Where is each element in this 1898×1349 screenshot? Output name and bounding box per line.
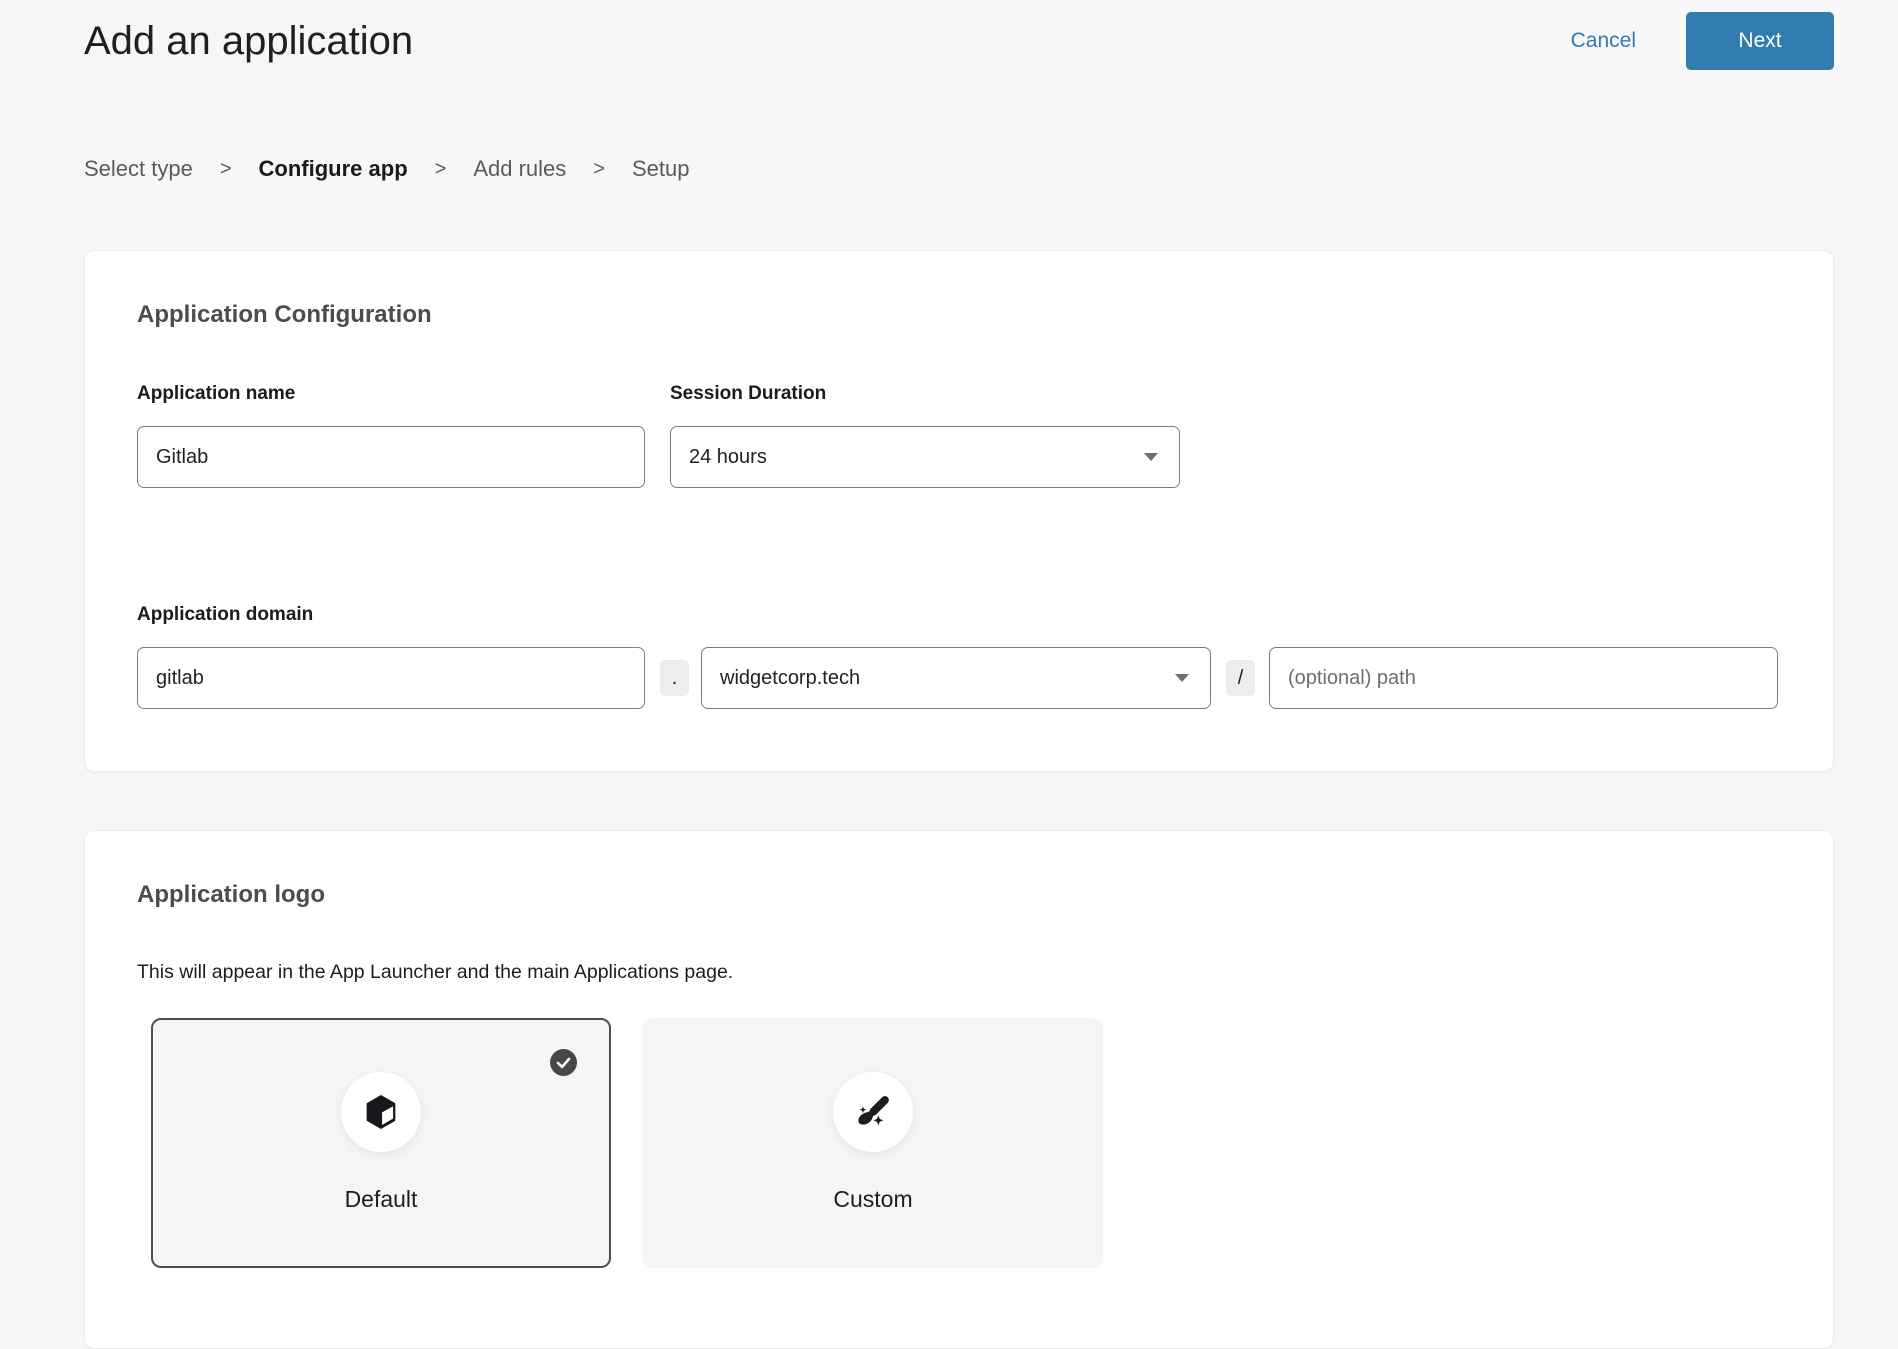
page: Add an application Cancel Next Select ty… [0,0,1898,1349]
application-domain-field: Application domain . widgetcorp.tech / [137,604,1781,709]
path-input[interactable] [1269,647,1778,709]
logo-option-label: Custom [645,1186,1101,1213]
breadcrumb-step-select-type[interactable]: Select type [84,156,193,182]
checkmark-icon [550,1049,577,1076]
logo-options: Default Custom [151,1018,1781,1268]
header-actions: Cancel Next [1565,12,1834,70]
application-domain-label: Application domain [137,604,1781,626]
application-configuration-card: Application Configuration Application na… [84,250,1834,772]
application-name-field: Application name [137,383,645,488]
breadcrumb: Select type > Configure app > Add rules … [84,156,1834,182]
application-name-input[interactable] [137,426,645,488]
chevron-down-icon [1143,452,1159,462]
page-title: Add an application [84,19,413,64]
application-logo-description: This will appear in the App Launcher and… [137,961,1781,984]
subdomain-input[interactable] [137,647,645,709]
name-duration-row: Application name Session Duration 24 hou… [137,383,1781,488]
chevron-down-icon [1174,673,1190,683]
custom-logo-circle [833,1072,913,1152]
logo-option-label: Default [153,1186,609,1213]
domain-select-value: widgetcorp.tech [720,667,860,690]
session-duration-select[interactable]: 24 hours [670,426,1180,488]
session-duration-value: 24 hours [689,446,767,469]
breadcrumb-separator: > [220,158,232,181]
default-logo-circle [341,1072,421,1152]
application-logo-card: Application logo This will appear in the… [84,830,1834,1349]
breadcrumb-step-setup[interactable]: Setup [632,156,690,182]
application-domain-row: . widgetcorp.tech / [137,647,1781,709]
breadcrumb-step-configure-app[interactable]: Configure app [259,156,408,182]
domain-select[interactable]: widgetcorp.tech [701,647,1211,709]
paintbrush-icon [851,1090,895,1134]
application-logo-title: Application logo [137,881,1781,909]
cancel-button[interactable]: Cancel [1565,28,1642,54]
dot-separator: . [660,660,689,696]
application-name-label: Application name [137,383,645,405]
breadcrumb-step-add-rules[interactable]: Add rules [473,156,566,182]
logo-option-custom[interactable]: Custom [643,1018,1103,1268]
session-duration-field: Session Duration 24 hours [670,383,1180,488]
next-button[interactable]: Next [1686,12,1834,70]
breadcrumb-separator: > [593,158,605,181]
slash-separator: / [1226,660,1255,696]
logo-option-default[interactable]: Default [151,1018,611,1268]
session-duration-label: Session Duration [670,383,1180,405]
cube-icon [360,1091,402,1133]
application-configuration-title: Application Configuration [137,301,1781,329]
breadcrumb-separator: > [435,158,447,181]
page-header: Add an application Cancel Next [84,0,1834,70]
